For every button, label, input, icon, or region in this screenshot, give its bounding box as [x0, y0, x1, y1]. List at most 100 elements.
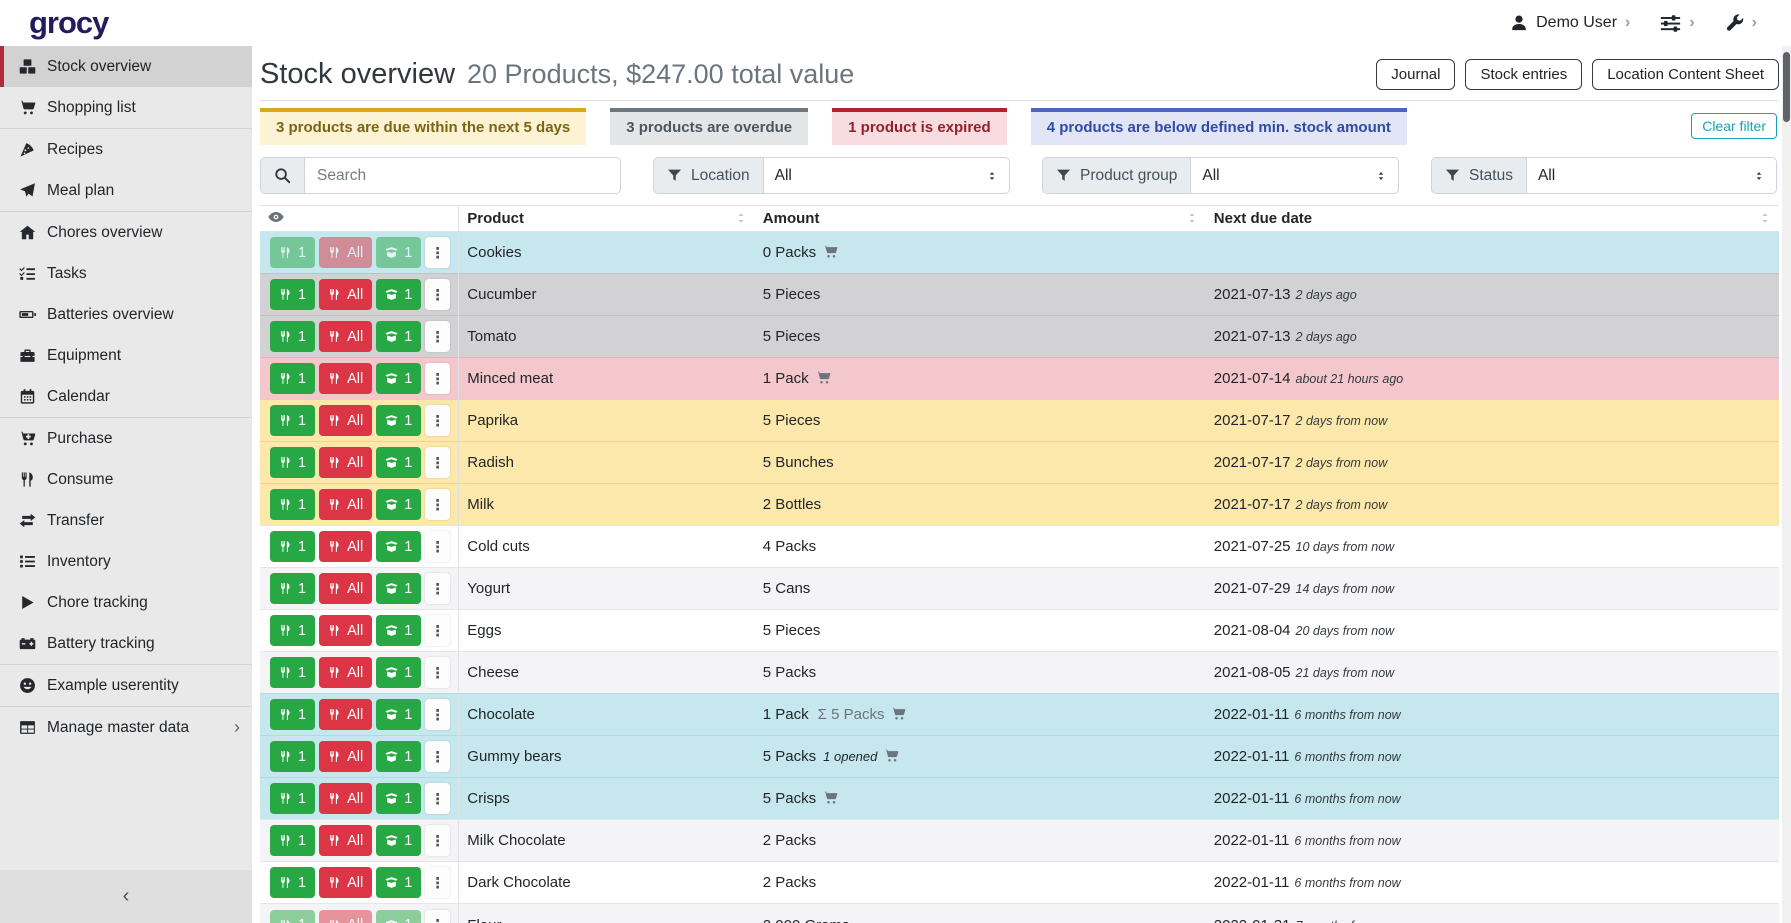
column-header-amount[interactable]: Amount	[755, 206, 1206, 232]
row-menu-button[interactable]: ⋮	[425, 321, 450, 352]
row-menu-button[interactable]: ⋮	[425, 405, 450, 436]
consume-one-button[interactable]: 1	[270, 321, 315, 352]
row-menu-button[interactable]: ⋮	[425, 699, 450, 730]
consume-one-button[interactable]: 1	[270, 910, 315, 923]
consume-one-button[interactable]: 1	[270, 531, 315, 562]
status-banner-belowmin[interactable]: 4 products are below defined min. stock …	[1031, 108, 1407, 145]
consume-all-button[interactable]: All	[319, 615, 372, 646]
filter-location-select[interactable]: All	[764, 158, 1009, 193]
consume-all-button[interactable]: All	[319, 489, 372, 520]
open-one-button[interactable]: 1	[376, 910, 421, 923]
row-menu-button[interactable]: ⋮	[425, 615, 450, 646]
column-header-product[interactable]: Product	[459, 206, 755, 232]
sidebar-collapse-button[interactable]: ‹	[0, 870, 252, 923]
open-one-button[interactable]: 1	[376, 237, 421, 268]
clear-filter-button[interactable]: Clear filter	[1691, 113, 1777, 139]
open-one-button[interactable]: 1	[376, 489, 421, 520]
row-menu-button[interactable]: ⋮	[425, 279, 450, 310]
column-header-next-due-date[interactable]: Next due date	[1206, 206, 1779, 232]
consume-one-button[interactable]: 1	[270, 867, 315, 898]
sidebar-item-inventory[interactable]: Inventory	[0, 541, 252, 582]
settings-menu[interactable]: ›	[1660, 13, 1694, 34]
sidebar-item-chores-overview[interactable]: Chores overview	[0, 212, 252, 253]
consume-one-button[interactable]: 1	[270, 279, 315, 310]
consume-all-button[interactable]: All	[319, 867, 372, 898]
consume-all-button[interactable]: All	[319, 783, 372, 814]
row-menu-button[interactable]: ⋮	[425, 657, 450, 688]
consume-all-button[interactable]: All	[319, 741, 372, 772]
consume-one-button[interactable]: 1	[270, 573, 315, 604]
consume-one-button[interactable]: 1	[270, 363, 315, 394]
open-one-button[interactable]: 1	[376, 867, 421, 898]
consume-all-button[interactable]: All	[319, 531, 372, 562]
open-one-button[interactable]: 1	[376, 657, 421, 688]
consume-all-button[interactable]: All	[319, 405, 372, 436]
stock-entries-button[interactable]: Stock entries	[1465, 59, 1582, 90]
consume-all-button[interactable]: All	[319, 279, 372, 310]
sidebar-item-meal-plan[interactable]: Meal plan	[0, 170, 252, 211]
open-one-button[interactable]: 1	[376, 573, 421, 604]
consume-one-button[interactable]: 1	[270, 825, 315, 856]
open-one-button[interactable]: 1	[376, 825, 421, 856]
column-visibility-toggle[interactable]	[260, 206, 459, 232]
sidebar-item-equipment[interactable]: Equipment	[0, 335, 252, 376]
consume-one-button[interactable]: 1	[270, 657, 315, 688]
consume-all-button[interactable]: All	[319, 657, 372, 688]
row-menu-button[interactable]: ⋮	[425, 573, 450, 604]
consume-one-button[interactable]: 1	[270, 615, 315, 646]
filter-product-group-select[interactable]: All	[1191, 158, 1398, 193]
consume-one-button[interactable]: 1	[270, 741, 315, 772]
sidebar-item-transfer[interactable]: Transfer	[0, 500, 252, 541]
open-one-button[interactable]: 1	[376, 363, 421, 394]
status-banner-due[interactable]: 3 products are due within the next 5 day…	[260, 108, 586, 145]
row-menu-button[interactable]: ⋮	[425, 910, 450, 923]
row-menu-button[interactable]: ⋮	[425, 867, 450, 898]
sidebar-item-shopping-list[interactable]: Shopping list	[0, 87, 252, 128]
journal-button[interactable]: Journal	[1376, 59, 1455, 90]
location-content-sheet-button[interactable]: Location Content Sheet	[1592, 59, 1779, 90]
open-one-button[interactable]: 1	[376, 699, 421, 730]
consume-one-button[interactable]: 1	[270, 447, 315, 478]
sidebar-item-stock-overview[interactable]: Stock overview	[0, 46, 252, 87]
sidebar-item-recipes[interactable]: Recipes	[0, 129, 252, 170]
consume-one-button[interactable]: 1	[270, 489, 315, 520]
sidebar-item-battery-tracking[interactable]: Battery tracking	[0, 623, 252, 664]
row-menu-button[interactable]: ⋮	[425, 741, 450, 772]
open-one-button[interactable]: 1	[376, 783, 421, 814]
consume-one-button[interactable]: 1	[270, 237, 315, 268]
open-one-button[interactable]: 1	[376, 447, 421, 478]
row-menu-button[interactable]: ⋮	[425, 531, 450, 562]
consume-all-button[interactable]: All	[319, 825, 372, 856]
consume-all-button[interactable]: All	[319, 447, 372, 478]
consume-all-button[interactable]: All	[319, 699, 372, 730]
open-one-button[interactable]: 1	[376, 279, 421, 310]
open-one-button[interactable]: 1	[376, 741, 421, 772]
filter-status-select[interactable]: All	[1527, 158, 1776, 193]
sidebar-item-example-userentity[interactable]: Example userentity	[0, 665, 252, 706]
open-one-button[interactable]: 1	[376, 531, 421, 562]
sidebar-item-chore-tracking[interactable]: Chore tracking	[0, 582, 252, 623]
sidebar-item-consume[interactable]: Consume	[0, 459, 252, 500]
consume-one-button[interactable]: 1	[270, 699, 315, 730]
row-menu-button[interactable]: ⋮	[425, 783, 450, 814]
consume-one-button[interactable]: 1	[270, 783, 315, 814]
sidebar-item-tasks[interactable]: Tasks	[0, 253, 252, 294]
sidebar-item-purchase[interactable]: Purchase	[0, 418, 252, 459]
open-one-button[interactable]: 1	[376, 321, 421, 352]
status-banner-overdue[interactable]: 3 products are overdue	[610, 108, 808, 145]
consume-all-button[interactable]: All	[319, 573, 372, 604]
consume-all-button[interactable]: All	[319, 910, 372, 923]
consume-all-button[interactable]: All	[319, 363, 372, 394]
sidebar-item-manage-master-data[interactable]: Manage master data ›	[0, 707, 252, 748]
search-input[interactable]	[305, 158, 620, 193]
user-menu[interactable]: Demo User ›	[1510, 14, 1630, 32]
open-one-button[interactable]: 1	[376, 405, 421, 436]
scrollbar-thumb[interactable]	[1783, 52, 1790, 122]
row-menu-button[interactable]: ⋮	[425, 237, 450, 268]
sidebar-item-calendar[interactable]: Calendar	[0, 376, 252, 417]
status-banner-expired[interactable]: 1 product is expired	[832, 108, 1007, 145]
sidebar-item-batteries-overview[interactable]: Batteries overview	[0, 294, 252, 335]
consume-one-button[interactable]: 1	[270, 405, 315, 436]
open-one-button[interactable]: 1	[376, 615, 421, 646]
consume-all-button[interactable]: All	[319, 321, 372, 352]
